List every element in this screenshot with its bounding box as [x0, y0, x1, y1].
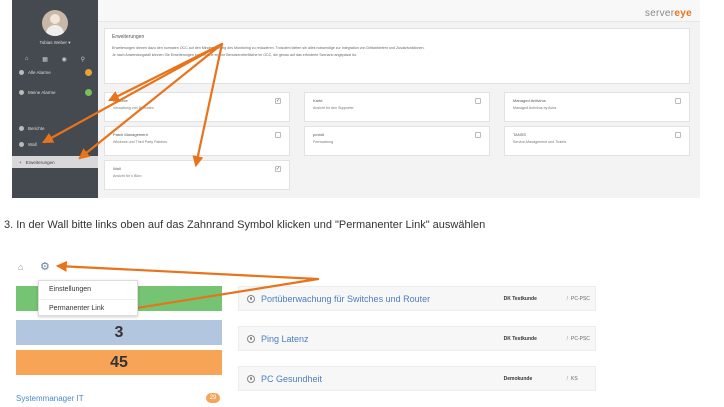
enable-checkbox[interactable] — [475, 98, 481, 104]
grid-icon[interactable]: ▦ — [42, 56, 48, 63]
count-badge: 29 — [206, 393, 220, 403]
extension-card-pcvisit[interactable]: pcvisit Fernwartung — [304, 126, 490, 156]
instruction-caption: 3. In der Wall bitte links oben auf das … — [4, 219, 486, 231]
extension-card-patch-management[interactable]: Patch Management Windows und Third Party… — [104, 126, 290, 156]
enable-checkbox[interactable] — [475, 132, 481, 138]
info-text: Je nach Anwendungsfall können Sie Erweit… — [112, 53, 357, 57]
enable-checkbox[interactable] — [675, 98, 681, 104]
extension-card-tanss[interactable]: TANSS Service-Management und Tickets — [504, 126, 690, 156]
enable-checkbox[interactable] — [675, 132, 681, 138]
sidebar-item-my-alarms[interactable]: Meine Alarme — [12, 86, 98, 98]
sidebar-icon-bar: ⌂ ▦ ◉ ⚲ — [18, 56, 92, 63]
gear-icon[interactable]: ⚙ — [40, 260, 50, 273]
extensions-screenshot: Tobias Weber ▾ ⌂ ▦ ◉ ⚲ Alle Alarme Meine… — [12, 0, 700, 198]
sidebar: Tobias Weber ▾ ⌂ ▦ ◉ ⚲ Alle Alarme Meine… — [12, 0, 98, 198]
servereye-logo: servereye — [644, 8, 692, 19]
menu-item-permanent-link[interactable]: Permanenter Link — [39, 299, 137, 317]
extensions-info-box: Erweiterungen Erweiterungen dienen dazu … — [104, 28, 690, 84]
sidebar-item-wall[interactable]: Wall — [12, 138, 98, 150]
enable-checkbox[interactable]: ✓ — [275, 166, 281, 172]
alarm-tile-blue[interactable]: 3 — [16, 320, 222, 345]
eye-icon[interactable]: ◉ — [62, 56, 67, 63]
search-icon[interactable]: ⚲ — [81, 56, 85, 63]
extension-card-wall[interactable]: Wall Ansicht für´s Büro ✓ — [104, 160, 290, 190]
info-text: Erweiterungen dienen dazu den normalen O… — [112, 46, 425, 50]
wall-screenshot: ⌂ ⚙ Einstellungen Permanenter Link 39 3 … — [12, 256, 602, 407]
home-icon[interactable]: ⌂ — [18, 262, 23, 272]
alarm-count-badge — [85, 89, 92, 96]
status-icon — [247, 374, 255, 383]
plus-icon: + — [19, 159, 22, 165]
sidebar-item-all-alarms[interactable]: Alle Alarme — [12, 66, 98, 78]
enable-checkbox[interactable]: ✓ — [275, 98, 281, 104]
sensor-row[interactable]: Portüberwachung für Switches und Router … — [238, 286, 596, 311]
systemmanager-row[interactable]: Systemmanager IT 29 — [16, 390, 222, 407]
top-bar — [98, 0, 700, 22]
alarm-icon — [19, 69, 24, 75]
sensor-row[interactable]: Ping Latenz DK Testkunde / PC-PSC — [238, 326, 596, 351]
extension-card-antivirus[interactable]: Managed Antivirus Managed Antivirus by A… — [504, 92, 690, 122]
enable-checkbox[interactable] — [275, 132, 281, 138]
sidebar-item-extensions[interactable]: + Erweiterungen — [12, 156, 98, 168]
menu-item-settings[interactable]: Einstellungen — [39, 281, 137, 299]
reports-icon — [19, 125, 24, 131]
avatar[interactable] — [42, 10, 68, 36]
main-content: servereye Erweiterungen Erweiterungen di… — [98, 0, 700, 198]
wall-icon — [19, 141, 24, 147]
user-icon — [19, 89, 24, 95]
status-icon — [247, 334, 255, 343]
settings-dropdown: Einstellungen Permanenter Link — [38, 280, 138, 316]
extension-card-map[interactable]: Karte Ansicht für den Supporter — [304, 92, 490, 122]
sensor-row[interactable]: PC Gesundheit Demokunde / KS — [238, 366, 596, 391]
user-name[interactable]: Tobias Weber ▾ — [12, 40, 98, 46]
page-title: Erweiterungen — [112, 34, 145, 40]
home-icon[interactable]: ⌂ — [25, 56, 29, 63]
sidebar-item-reports[interactable]: Berichte — [12, 122, 98, 134]
extension-card-reports[interactable]: Berichte Verwaltung von Berichten ✓ — [104, 92, 290, 122]
alarm-count-badge — [85, 69, 92, 76]
status-icon — [247, 294, 255, 303]
alarm-tile-orange[interactable]: 45 — [16, 350, 222, 375]
